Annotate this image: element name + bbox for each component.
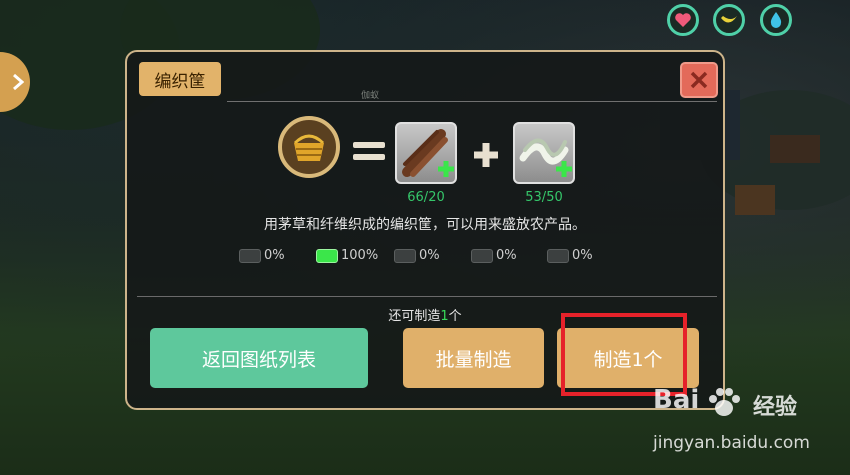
water-status-button[interactable] xyxy=(760,4,792,36)
quality-option[interactable]: 0% xyxy=(394,248,440,263)
remaining-prefix: 还可制造 xyxy=(388,309,441,324)
quality-label: 100% xyxy=(341,248,379,263)
quality-label: 0% xyxy=(572,248,593,263)
plus-sign xyxy=(471,140,501,170)
recipe-title: 编织筐 xyxy=(139,62,221,96)
crate xyxy=(770,135,820,163)
back-to-blueprints-button[interactable]: 返回图纸列表 xyxy=(150,328,368,388)
quality-checkbox xyxy=(239,248,261,263)
quality-option[interactable]: 0% xyxy=(547,248,593,263)
chevron-right-icon xyxy=(13,73,24,91)
watermark-suffix: 经验 xyxy=(753,395,798,420)
product-slot[interactable] xyxy=(278,116,340,178)
faint-label: 伽蚁 xyxy=(361,91,380,101)
remaining-suffix: 个 xyxy=(448,309,462,324)
watermark-url: jingyan.baidu.com xyxy=(653,433,810,453)
heart-icon xyxy=(675,13,691,27)
item-description: 用茅草和纤维织成的编织筐，可以用来盛放农产品。 xyxy=(264,217,586,233)
quality-checkbox xyxy=(471,248,493,263)
quality-label: 0% xyxy=(496,248,517,263)
material-count: 66/20 xyxy=(407,190,445,205)
banana-icon xyxy=(721,16,737,23)
material-slot-thatch[interactable] xyxy=(395,122,457,184)
woven-basket-icon xyxy=(293,134,325,161)
close-icon xyxy=(690,71,708,89)
quality-checkbox xyxy=(547,248,569,263)
add-plus-icon xyxy=(438,161,454,177)
equals-sign xyxy=(353,142,385,166)
crate xyxy=(735,185,775,215)
quality-option[interactable]: 0% xyxy=(471,248,517,263)
water-drop-icon xyxy=(770,12,782,28)
watermark-brand: Bai xyxy=(653,385,700,415)
divider xyxy=(137,296,717,297)
hunger-status-button[interactable] xyxy=(713,4,745,36)
divider xyxy=(227,101,717,102)
quality-label: 0% xyxy=(264,248,285,263)
baidu-jingyan-watermark: Bai 经验 jingyan.baidu.com xyxy=(645,385,815,465)
heart-status-button[interactable] xyxy=(667,4,699,36)
quality-checkbox-selected xyxy=(316,248,338,263)
close-button[interactable] xyxy=(680,62,718,98)
quality-option[interactable]: 100% xyxy=(316,248,378,263)
add-plus-icon xyxy=(556,161,572,177)
quality-label: 0% xyxy=(419,248,440,263)
remaining-count: 1 xyxy=(440,309,449,324)
quality-option[interactable]: 0% xyxy=(239,248,285,263)
material-slot-fiber[interactable] xyxy=(513,122,575,184)
quality-checkbox xyxy=(394,248,416,263)
annotation-highlight-box xyxy=(561,313,687,396)
paw-logo-icon xyxy=(709,388,740,416)
material-count: 53/50 xyxy=(525,190,563,205)
batch-craft-button[interactable]: 批量制造 xyxy=(403,328,544,388)
plus-icon xyxy=(474,143,498,167)
